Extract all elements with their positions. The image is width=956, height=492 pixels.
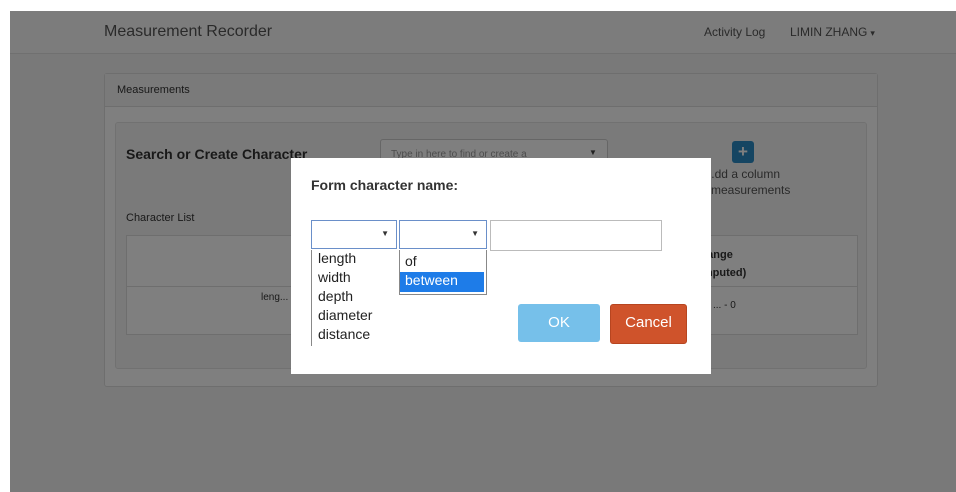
form-character-modal: Form character name: ▼ ▼ length width de… — [291, 158, 711, 374]
ok-button[interactable]: OK — [518, 304, 600, 342]
character-options-list: length width depth diameter distance — [311, 250, 396, 346]
preposition-option-selected[interactable]: between — [400, 272, 484, 292]
character-option[interactable]: length — [318, 250, 356, 266]
character-option[interactable]: diameter — [318, 307, 372, 323]
character-dropdown[interactable]: ▼ — [311, 220, 397, 249]
character-name-input[interactable] — [490, 220, 662, 251]
preposition-option[interactable]: of — [400, 253, 484, 273]
cancel-button[interactable]: Cancel — [610, 304, 687, 344]
caret-down-icon: ▼ — [381, 229, 389, 238]
preposition-options-list: of between — [399, 250, 487, 295]
caret-down-icon: ▼ — [471, 229, 479, 238]
preposition-dropdown[interactable]: ▼ — [399, 220, 487, 249]
modal-title: Form character name: — [311, 177, 459, 193]
character-option[interactable]: depth — [318, 288, 353, 304]
character-option[interactable]: width — [318, 269, 351, 285]
character-option[interactable]: distance — [318, 326, 370, 342]
